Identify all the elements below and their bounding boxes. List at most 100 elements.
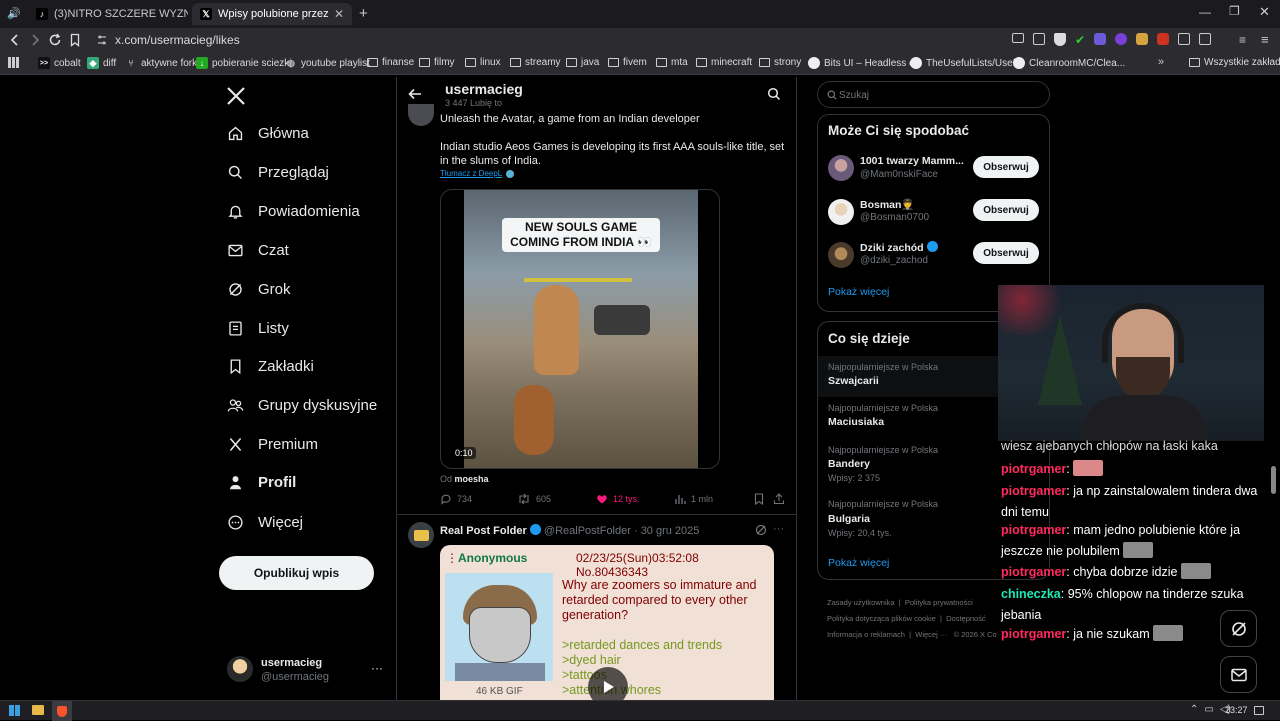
trend-item[interactable]: Najpopularniejsze w Polska Bulgaria Wpis… xyxy=(818,494,998,546)
tweet-avatar[interactable] xyxy=(408,522,434,548)
source-user[interactable]: moesha xyxy=(455,474,489,484)
bookmark-folder[interactable]: minecraft xyxy=(696,57,752,68)
account-more-icon[interactable]: ··· xyxy=(371,661,383,675)
trend-item[interactable]: Najpopularniejsze w Polska Maciusiaka xyxy=(818,398,998,436)
tweet-video[interactable]: NEW SOULS GAME COMING FROM INDIA 👀 0:10 xyxy=(440,189,720,469)
tweet-author-name[interactable]: Real Post Folder xyxy=(440,525,527,537)
bookmark-diff[interactable]: ◆ diff xyxy=(87,57,116,69)
bookmark-pobieranie[interactable]: ↓ pobieranie sciezki xyxy=(196,57,292,69)
tweet-author-handle[interactable]: @RealPostFolder xyxy=(544,525,631,537)
extension-icon[interactable] xyxy=(1094,33,1107,45)
follow-button[interactable]: Obserwuj xyxy=(973,242,1039,264)
trend-item[interactable]: Najpopularniejsze w Polska Szwajcarii xyxy=(818,356,998,397)
apps-grid-icon[interactable] xyxy=(8,57,19,68)
nav-communities[interactable]: Grupy dyskusyjne xyxy=(227,397,377,414)
nav-bookmarks[interactable]: Zakładki xyxy=(227,358,314,375)
close-window-icon[interactable]: ✕ xyxy=(1259,4,1270,20)
bookmark-youtube-playlist[interactable]: ◍ youtube playlist xyxy=(285,57,370,69)
extension-icon[interactable] xyxy=(1157,33,1170,45)
bookmark-folder[interactable]: java xyxy=(566,57,599,68)
search-box[interactable] xyxy=(817,81,1050,108)
grok-icon[interactable] xyxy=(755,524,767,536)
file-explorer-icon[interactable] xyxy=(32,705,44,715)
bookmark-folder[interactable]: mta xyxy=(656,57,688,68)
sidebar-icon[interactable] xyxy=(1199,33,1212,45)
nav-premium[interactable]: Premium xyxy=(227,436,318,453)
brave-shield-icon[interactable] xyxy=(1054,33,1066,46)
tweet-avatar[interactable] xyxy=(408,104,434,126)
nav-explore[interactable]: Przeglądaj xyxy=(227,164,329,181)
suggest-name[interactable]: Bosman🧑‍✈️ xyxy=(860,198,915,211)
bookmark-github[interactable]: TheUsefulLists/Usef... xyxy=(910,57,1024,69)
suggest-name[interactable]: 1001 twarzy Mamm... xyxy=(860,155,964,167)
retweet-button[interactable]: 605 xyxy=(517,493,551,505)
footer-link[interactable]: Zasady użytkownika xyxy=(827,598,895,607)
new-tab-icon[interactable]: + xyxy=(359,5,368,22)
bookmark-page-icon[interactable] xyxy=(68,33,82,47)
reply-button[interactable]: 734 xyxy=(440,493,472,505)
tweet-more-icon[interactable]: ··· xyxy=(773,523,784,535)
nav-home[interactable]: Główna xyxy=(227,125,309,142)
account-name[interactable]: usermacieg xyxy=(261,657,322,669)
x-logo-icon[interactable] xyxy=(226,86,246,106)
nav-more[interactable]: Więcej xyxy=(227,514,303,531)
bookmark-cobalt[interactable]: >> cobalt xyxy=(38,57,81,69)
suggest-avatar[interactable] xyxy=(828,155,854,181)
bookmark-icon[interactable] xyxy=(753,493,765,505)
browser-tab-active[interactable]: 𝕏 Wpisy polubione przez usermac ✕ xyxy=(192,3,352,25)
floating-grok-button[interactable] xyxy=(1220,610,1257,647)
suggest-avatar[interactable] xyxy=(828,199,854,225)
translate-link[interactable]: Tłumacz z DeepL xyxy=(440,169,515,178)
back-arrow-icon[interactable] xyxy=(408,87,422,101)
nav-profile[interactable]: Profil xyxy=(227,474,296,491)
share-icon[interactable] xyxy=(1033,33,1045,45)
like-button[interactable]: 12 tys. xyxy=(596,493,640,505)
url-text[interactable]: x.com/usermacieg/likes xyxy=(115,33,240,47)
checkmark-extension-icon[interactable]: ✔ xyxy=(1075,33,1085,47)
views-button[interactable]: 1 mln xyxy=(674,493,713,505)
trend-item[interactable]: Najpopularniejsze w Polska Bandery Wpisy… xyxy=(818,440,998,492)
footer-link[interactable]: Dostępność xyxy=(946,614,986,623)
nav-lists[interactable]: Listy xyxy=(227,320,289,337)
account-avatar[interactable] xyxy=(227,656,253,682)
tweet-date[interactable]: · 30 gru 2025 xyxy=(634,525,699,537)
gif-play-button[interactable] xyxy=(588,667,628,700)
page-scrollbar[interactable] xyxy=(1271,466,1276,494)
reload-icon[interactable] xyxy=(48,33,62,47)
bookmark-folder[interactable]: finanse xyxy=(367,57,414,68)
customize-icon[interactable]: ≡ xyxy=(1239,33,1246,47)
extension-icons[interactable]: ✔ xyxy=(1012,33,1212,47)
all-bookmarks[interactable]: Wszystkie zakładki xyxy=(1189,57,1280,68)
nav-grok[interactable]: Grok xyxy=(227,281,291,298)
footer-link[interactable]: Informacja o reklamach xyxy=(827,630,905,639)
windows-start-icon[interactable] xyxy=(9,705,20,716)
menu-icon[interactable]: ≡ xyxy=(1261,32,1269,47)
browser-tab[interactable]: ♪ (3)NITRO SZCZERE WYZNANIE... #T xyxy=(28,3,188,25)
footer-link[interactable]: Więcej ··· xyxy=(915,630,947,639)
search-icon[interactable] xyxy=(767,87,781,101)
brave-taskbar-icon[interactable] xyxy=(52,701,72,721)
show-more-link[interactable]: Pokaż więcej xyxy=(828,557,889,569)
bookmark-folder[interactable]: linux xyxy=(465,57,501,68)
floating-message-button[interactable] xyxy=(1220,656,1257,693)
cast-icon[interactable] xyxy=(1012,33,1024,43)
nav-notifications[interactable]: Powiadomienia xyxy=(227,203,360,220)
bookmark-bits-ui[interactable]: Bits UI – Headless c... xyxy=(808,57,922,69)
bookmark-folder[interactable]: fivem xyxy=(608,57,647,68)
extension-icon[interactable] xyxy=(1136,33,1149,45)
suggest-avatar[interactable] xyxy=(828,242,854,268)
bookmark-folder[interactable]: strony xyxy=(759,57,801,68)
close-tab-icon[interactable]: ✕ xyxy=(334,7,344,21)
clock[interactable]: 23:27 xyxy=(1225,705,1248,715)
forward-icon[interactable] xyxy=(28,33,42,47)
follow-button[interactable]: Obserwuj xyxy=(973,199,1039,221)
bookmark-github[interactable]: CleanroomMC/Clea... xyxy=(1013,57,1125,69)
footer-link[interactable]: Polityka prywatności xyxy=(905,598,973,607)
footer-link[interactable]: Polityka dotycząca plików cookie xyxy=(827,614,936,623)
restore-icon[interactable]: ❐ xyxy=(1229,4,1240,18)
bookmark-aktywne-forki[interactable]: ⑂ aktywne forki xyxy=(125,57,199,69)
follow-button[interactable]: Obserwuj xyxy=(973,156,1039,178)
back-icon[interactable] xyxy=(8,33,22,47)
bookmark-folder[interactable]: filmy xyxy=(419,57,455,68)
site-settings-icon[interactable] xyxy=(95,33,109,47)
